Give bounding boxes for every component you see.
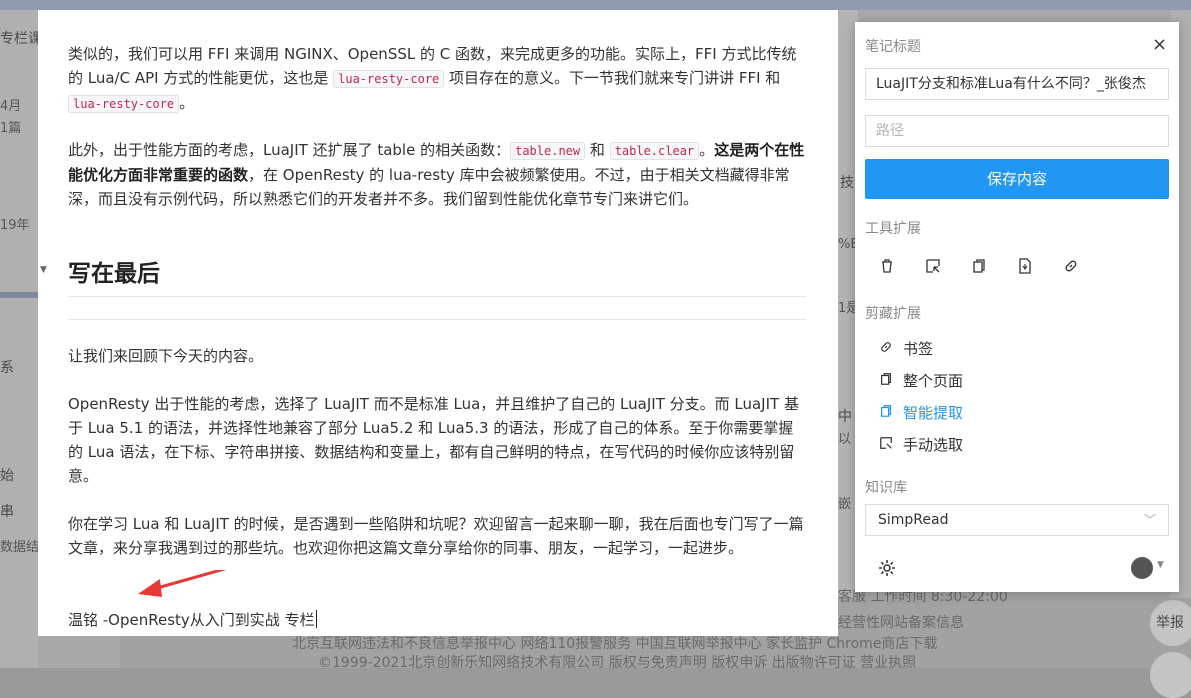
background-text: 以 bbox=[838, 432, 852, 447]
note-title-label: 笔记标题 bbox=[865, 39, 921, 55]
copy-icon[interactable] bbox=[971, 258, 987, 278]
background-text: 串 bbox=[0, 504, 14, 520]
horizontal-rule bbox=[68, 319, 806, 320]
report-label: 举报 bbox=[1156, 615, 1184, 631]
knowledge-base-label: 知识库 bbox=[865, 480, 907, 496]
tools-label: 工具扩展 bbox=[865, 221, 921, 237]
background-text: 4月 bbox=[0, 99, 22, 114]
trash-icon[interactable] bbox=[879, 258, 895, 278]
background-text: 1篇 bbox=[0, 121, 22, 136]
clip-whole-page[interactable]: 整个页面 bbox=[879, 370, 963, 391]
float-button[interactable] bbox=[1150, 652, 1191, 698]
clip-smart-extract[interactable]: 智能提取 bbox=[879, 402, 963, 423]
text-caret bbox=[315, 610, 317, 628]
paragraph-summary: OpenResty 出于性能的考虑，选择了 LuaJIT 而不是标准 Lua，并… bbox=[68, 395, 799, 485]
save-content-button[interactable]: 保存内容 bbox=[865, 159, 1169, 199]
footer-record-info[interactable]: 经营性网站备案信息 bbox=[838, 616, 964, 630]
inline-code: table.new bbox=[510, 142, 586, 160]
section-heading: 写在最后 bbox=[68, 261, 160, 287]
article-editor[interactable]: 类似的，我们可以用 FFI 来调用 NGINX、OpenSSL 的 C 函数，来… bbox=[38, 10, 838, 636]
clip-manual-select[interactable]: 手动选取 bbox=[879, 434, 963, 455]
report-button[interactable]: 举报 bbox=[1150, 600, 1191, 646]
inline-code: lua-resty-core bbox=[333, 70, 445, 88]
knowledge-base-select[interactable]: SimpRead ﹀ bbox=[865, 504, 1169, 536]
background-text: 技 bbox=[840, 175, 854, 191]
select-area-icon[interactable] bbox=[925, 258, 941, 278]
background-text: 专栏课 bbox=[0, 31, 42, 47]
close-icon[interactable]: × bbox=[1152, 34, 1167, 55]
note-title-input[interactable]: LuaJIT分支和标准Lua有什么不同？_张俊杰 bbox=[865, 68, 1169, 100]
footer-service-hours: 客服 工作时间 8:30-22:00 bbox=[838, 589, 1008, 605]
caret-down-icon[interactable]: ▼ bbox=[1157, 560, 1164, 570]
footer-links[interactable]: 北京互联网违法和不良信息举报中心 网络110报警服务 中国互联网举报中心 家长监… bbox=[292, 637, 937, 651]
browser-bookmark-strip bbox=[0, 0, 1191, 10]
export-document-icon[interactable] bbox=[1017, 258, 1033, 278]
paragraph-closing: 你在学习 Lua 和 LuaJIT 的时候，是否遇到一些陷阱和坑呢？欢迎留言一起… bbox=[68, 515, 804, 557]
background-text: 中 bbox=[838, 409, 852, 425]
background-text: 嵌 bbox=[838, 497, 852, 512]
link-icon[interactable] bbox=[1063, 258, 1079, 278]
select-area-icon bbox=[879, 436, 895, 454]
paragraph-recap: 让我们来回顾下今天的内容。 bbox=[68, 347, 264, 365]
path-input[interactable]: 路径 bbox=[865, 115, 1169, 147]
background-text: 19年 bbox=[0, 218, 30, 233]
gear-icon[interactable] bbox=[877, 558, 897, 582]
save-panel: 笔记标题 × LuaJIT分支和标准Lua有什么不同？_张俊杰 路径 保存内容 … bbox=[855, 22, 1179, 592]
background-text: 数据结 bbox=[0, 540, 40, 555]
copy-icon bbox=[879, 372, 895, 390]
inline-code: table.clear bbox=[609, 142, 700, 160]
copy-icon bbox=[879, 404, 895, 422]
background-text: 始 bbox=[0, 468, 14, 484]
red-arrow-annotation bbox=[138, 570, 227, 597]
inline-code: lua-resty-core bbox=[68, 95, 180, 113]
collapse-marker-icon[interactable]: ▼ bbox=[40, 265, 47, 275]
paragraph-table-funcs: 此外，出于性能方面的考虑，LuaJIT 还扩展了 table 的相关函数： tab… bbox=[68, 141, 805, 208]
heading-underline bbox=[68, 296, 806, 297]
background-text: 系 bbox=[0, 360, 14, 376]
chevron-down-icon: ﹀ bbox=[1143, 513, 1156, 527]
avatar[interactable] bbox=[1131, 557, 1153, 579]
link-icon bbox=[879, 340, 895, 358]
clip-bookmark[interactable]: 书签 bbox=[879, 338, 933, 359]
background-left-divider bbox=[0, 292, 38, 298]
clip-extensions-label: 剪藏扩展 bbox=[865, 306, 921, 322]
paragraph-ffi: 类似的，我们可以用 FFI 来调用 NGINX、OpenSSL 的 C 函数，来… bbox=[68, 45, 797, 113]
